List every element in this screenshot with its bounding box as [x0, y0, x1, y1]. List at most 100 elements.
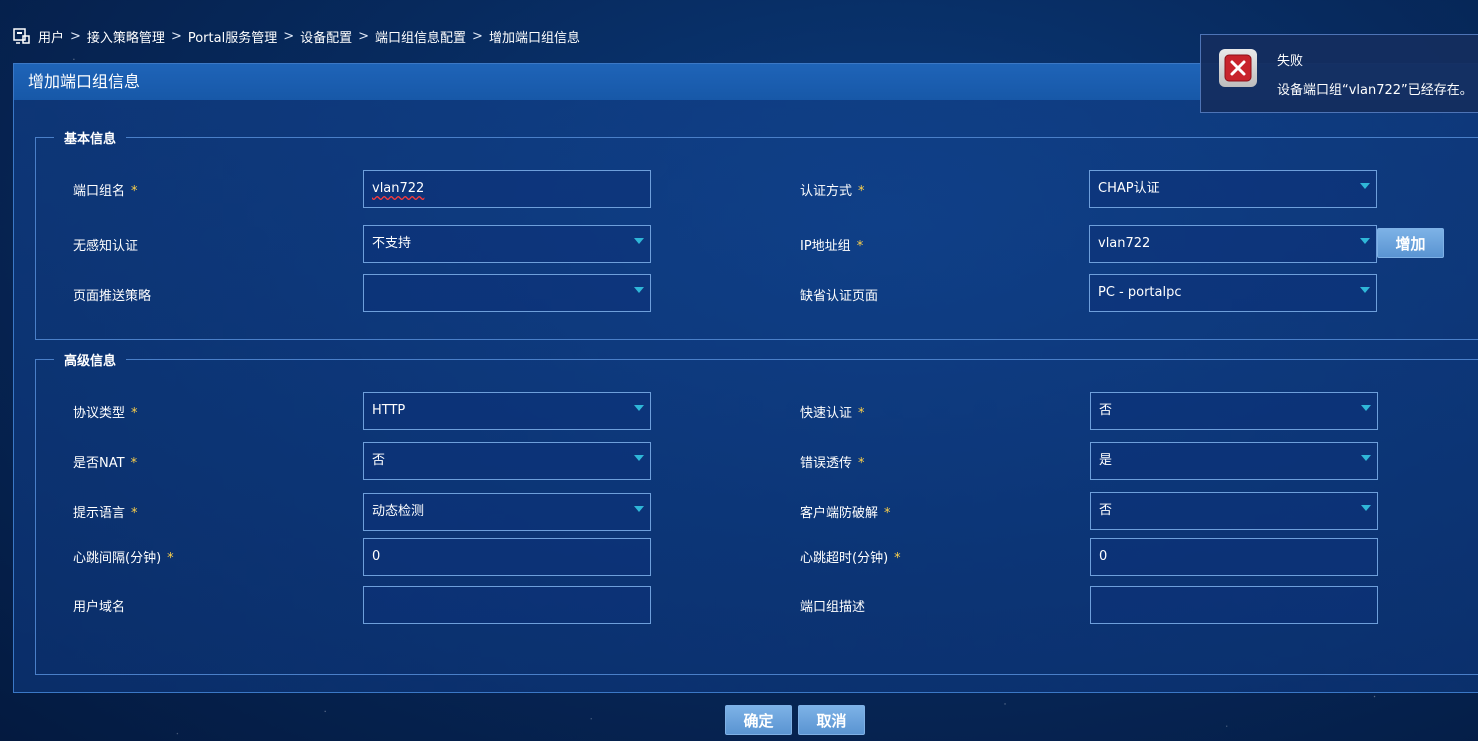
port-group-name-label-text: 端口组名 [73, 184, 126, 199]
chevron-down-icon [1360, 287, 1370, 293]
default-page-value: PC - portalpc [1098, 285, 1182, 300]
protocol-label-text: 协议类型 [73, 406, 126, 421]
chevron-down-icon [634, 405, 644, 411]
language-select[interactable]: 动态检测 [363, 493, 651, 531]
required-marker: * [131, 506, 138, 521]
breadcrumb-portal-service[interactable]: Portal服务管理 [188, 27, 277, 46]
ip-group-label: IP地址组 * [800, 235, 863, 254]
seamless-auth-select[interactable]: 不支持 [363, 225, 651, 263]
port-group-name-label: 端口组名 * [73, 180, 138, 199]
chevron-down-icon [1360, 238, 1370, 244]
error-passthrough-value: 是 [1099, 453, 1113, 468]
breadcrumb-user[interactable]: 用户 [38, 27, 64, 46]
error-close-icon[interactable] [1219, 49, 1257, 87]
auth-method-value: CHAP认证 [1098, 181, 1160, 196]
heartbeat-timeout-label-text: 心跳超时(分钟) [800, 551, 889, 566]
error-passthrough-label: 错误透传 * [800, 452, 865, 471]
chevron-down-icon [634, 455, 644, 461]
breadcrumb-separator: > [283, 28, 295, 44]
required-marker: * [894, 551, 901, 566]
required-marker: * [130, 456, 138, 471]
breadcrumb-separator: > [170, 28, 182, 44]
description-field[interactable] [1090, 586, 1378, 624]
chevron-down-icon [1360, 183, 1370, 189]
chevron-down-icon [634, 506, 644, 512]
language-value: 动态检测 [372, 504, 425, 519]
chevron-down-icon [1361, 455, 1371, 461]
toast-title: 失败 [1277, 54, 1304, 69]
nat-value: 否 [372, 453, 386, 468]
heartbeat-interval-label-text: 心跳间隔(分钟) [73, 551, 162, 566]
port-group-name-value: vlan722 [372, 181, 425, 196]
required-marker: * [858, 406, 865, 421]
chevron-down-icon [1361, 505, 1371, 511]
breadcrumb-separator: > [472, 28, 483, 44]
auth-method-select[interactable]: CHAP认证 [1089, 170, 1377, 208]
fast-auth-select[interactable]: 否 [1090, 392, 1378, 430]
anti-crack-value: 否 [1099, 503, 1113, 518]
basic-info-legend: 基本信息 [64, 132, 117, 147]
seamless-auth-value: 不支持 [372, 236, 412, 251]
error-passthrough-select[interactable]: 是 [1090, 442, 1378, 480]
push-policy-select[interactable] [363, 274, 651, 312]
seamless-auth-label: 无感知认证 [73, 239, 139, 254]
nat-select[interactable]: 否 [363, 442, 651, 480]
anti-crack-label: 客户端防破解 * [800, 502, 891, 521]
required-marker: * [131, 184, 138, 199]
protocol-label: 协议类型 * [73, 402, 138, 421]
heartbeat-interval-label: 心跳间隔(分钟) * [73, 547, 174, 566]
breadcrumb-port-group-config[interactable]: 端口组信息配置 [375, 27, 466, 46]
required-marker: * [858, 456, 865, 471]
push-policy-label: 页面推送策略 [73, 289, 152, 304]
required-marker: * [884, 506, 891, 521]
required-marker: * [131, 406, 138, 421]
user-domain-field[interactable] [363, 586, 651, 624]
breadcrumb-separator: > [358, 28, 370, 44]
add-ip-group-button[interactable]: 增加 [1377, 228, 1444, 258]
auth-method-label: 认证方式 * [800, 180, 865, 199]
breadcrumb-device-config[interactable]: 设备配置 [300, 27, 352, 46]
error-passthrough-label-text: 错误透传 [800, 456, 853, 471]
advanced-info-legend: 高级信息 [64, 354, 117, 369]
ok-button[interactable]: 确定 [725, 705, 792, 735]
breadcrumb-access-policy[interactable]: 接入策略管理 [87, 27, 165, 46]
chevron-down-icon [634, 238, 644, 244]
port-group-name-field[interactable]: vlan722 [363, 170, 651, 208]
breadcrumb-current: 增加端口组信息 [488, 30, 580, 46]
fast-auth-label-text: 快速认证 [800, 406, 853, 421]
description-label: 端口组描述 [800, 600, 866, 615]
fast-auth-value: 否 [1099, 403, 1113, 418]
toast-message: 设备端口组“vlan722”已经存在。 [1277, 83, 1473, 98]
protocol-select[interactable]: HTTP [363, 392, 651, 430]
chevron-down-icon [634, 287, 644, 293]
heartbeat-interval-field[interactable]: 0 [363, 538, 651, 576]
ip-group-select[interactable]: vlan722 [1089, 225, 1377, 263]
ip-group-label-text: IP地址组 [800, 239, 851, 254]
required-marker: * [167, 551, 174, 566]
nat-label: 是否NAT * [73, 452, 137, 471]
default-page-label: 缺省认证页面 [800, 289, 879, 304]
portal-icon [12, 26, 32, 46]
cancel-button[interactable]: 取消 [798, 705, 865, 735]
language-label-text: 提示语言 [73, 506, 126, 521]
default-page-select[interactable]: PC - portalpc [1089, 274, 1377, 312]
required-marker: * [856, 239, 864, 254]
breadcrumb-separator: > [70, 28, 81, 44]
anti-crack-label-text: 客户端防破解 [800, 506, 879, 521]
protocol-value: HTTP [372, 403, 406, 418]
anti-crack-select[interactable]: 否 [1090, 492, 1378, 530]
breadcrumb: 用户 > 接入策略管理 > Portal服务管理 > 设备配置 > 端口组信息配… [12, 26, 580, 46]
error-toast: 失败 设备端口组“vlan722”已经存在。 [1200, 34, 1478, 113]
ip-group-value: vlan722 [1098, 236, 1151, 251]
fast-auth-label: 快速认证 * [800, 402, 865, 421]
language-label: 提示语言 * [73, 502, 138, 521]
heartbeat-timeout-field[interactable]: 0 [1090, 538, 1378, 576]
heartbeat-interval-value: 0 [372, 549, 381, 564]
user-domain-label: 用户域名 [73, 600, 126, 615]
required-marker: * [858, 184, 865, 199]
chevron-down-icon [1361, 405, 1371, 411]
heartbeat-timeout-value: 0 [1099, 549, 1108, 564]
nat-label-text: 是否NAT [73, 456, 125, 471]
heartbeat-timeout-label: 心跳超时(分钟) * [800, 547, 901, 566]
auth-method-label-text: 认证方式 [800, 184, 853, 199]
